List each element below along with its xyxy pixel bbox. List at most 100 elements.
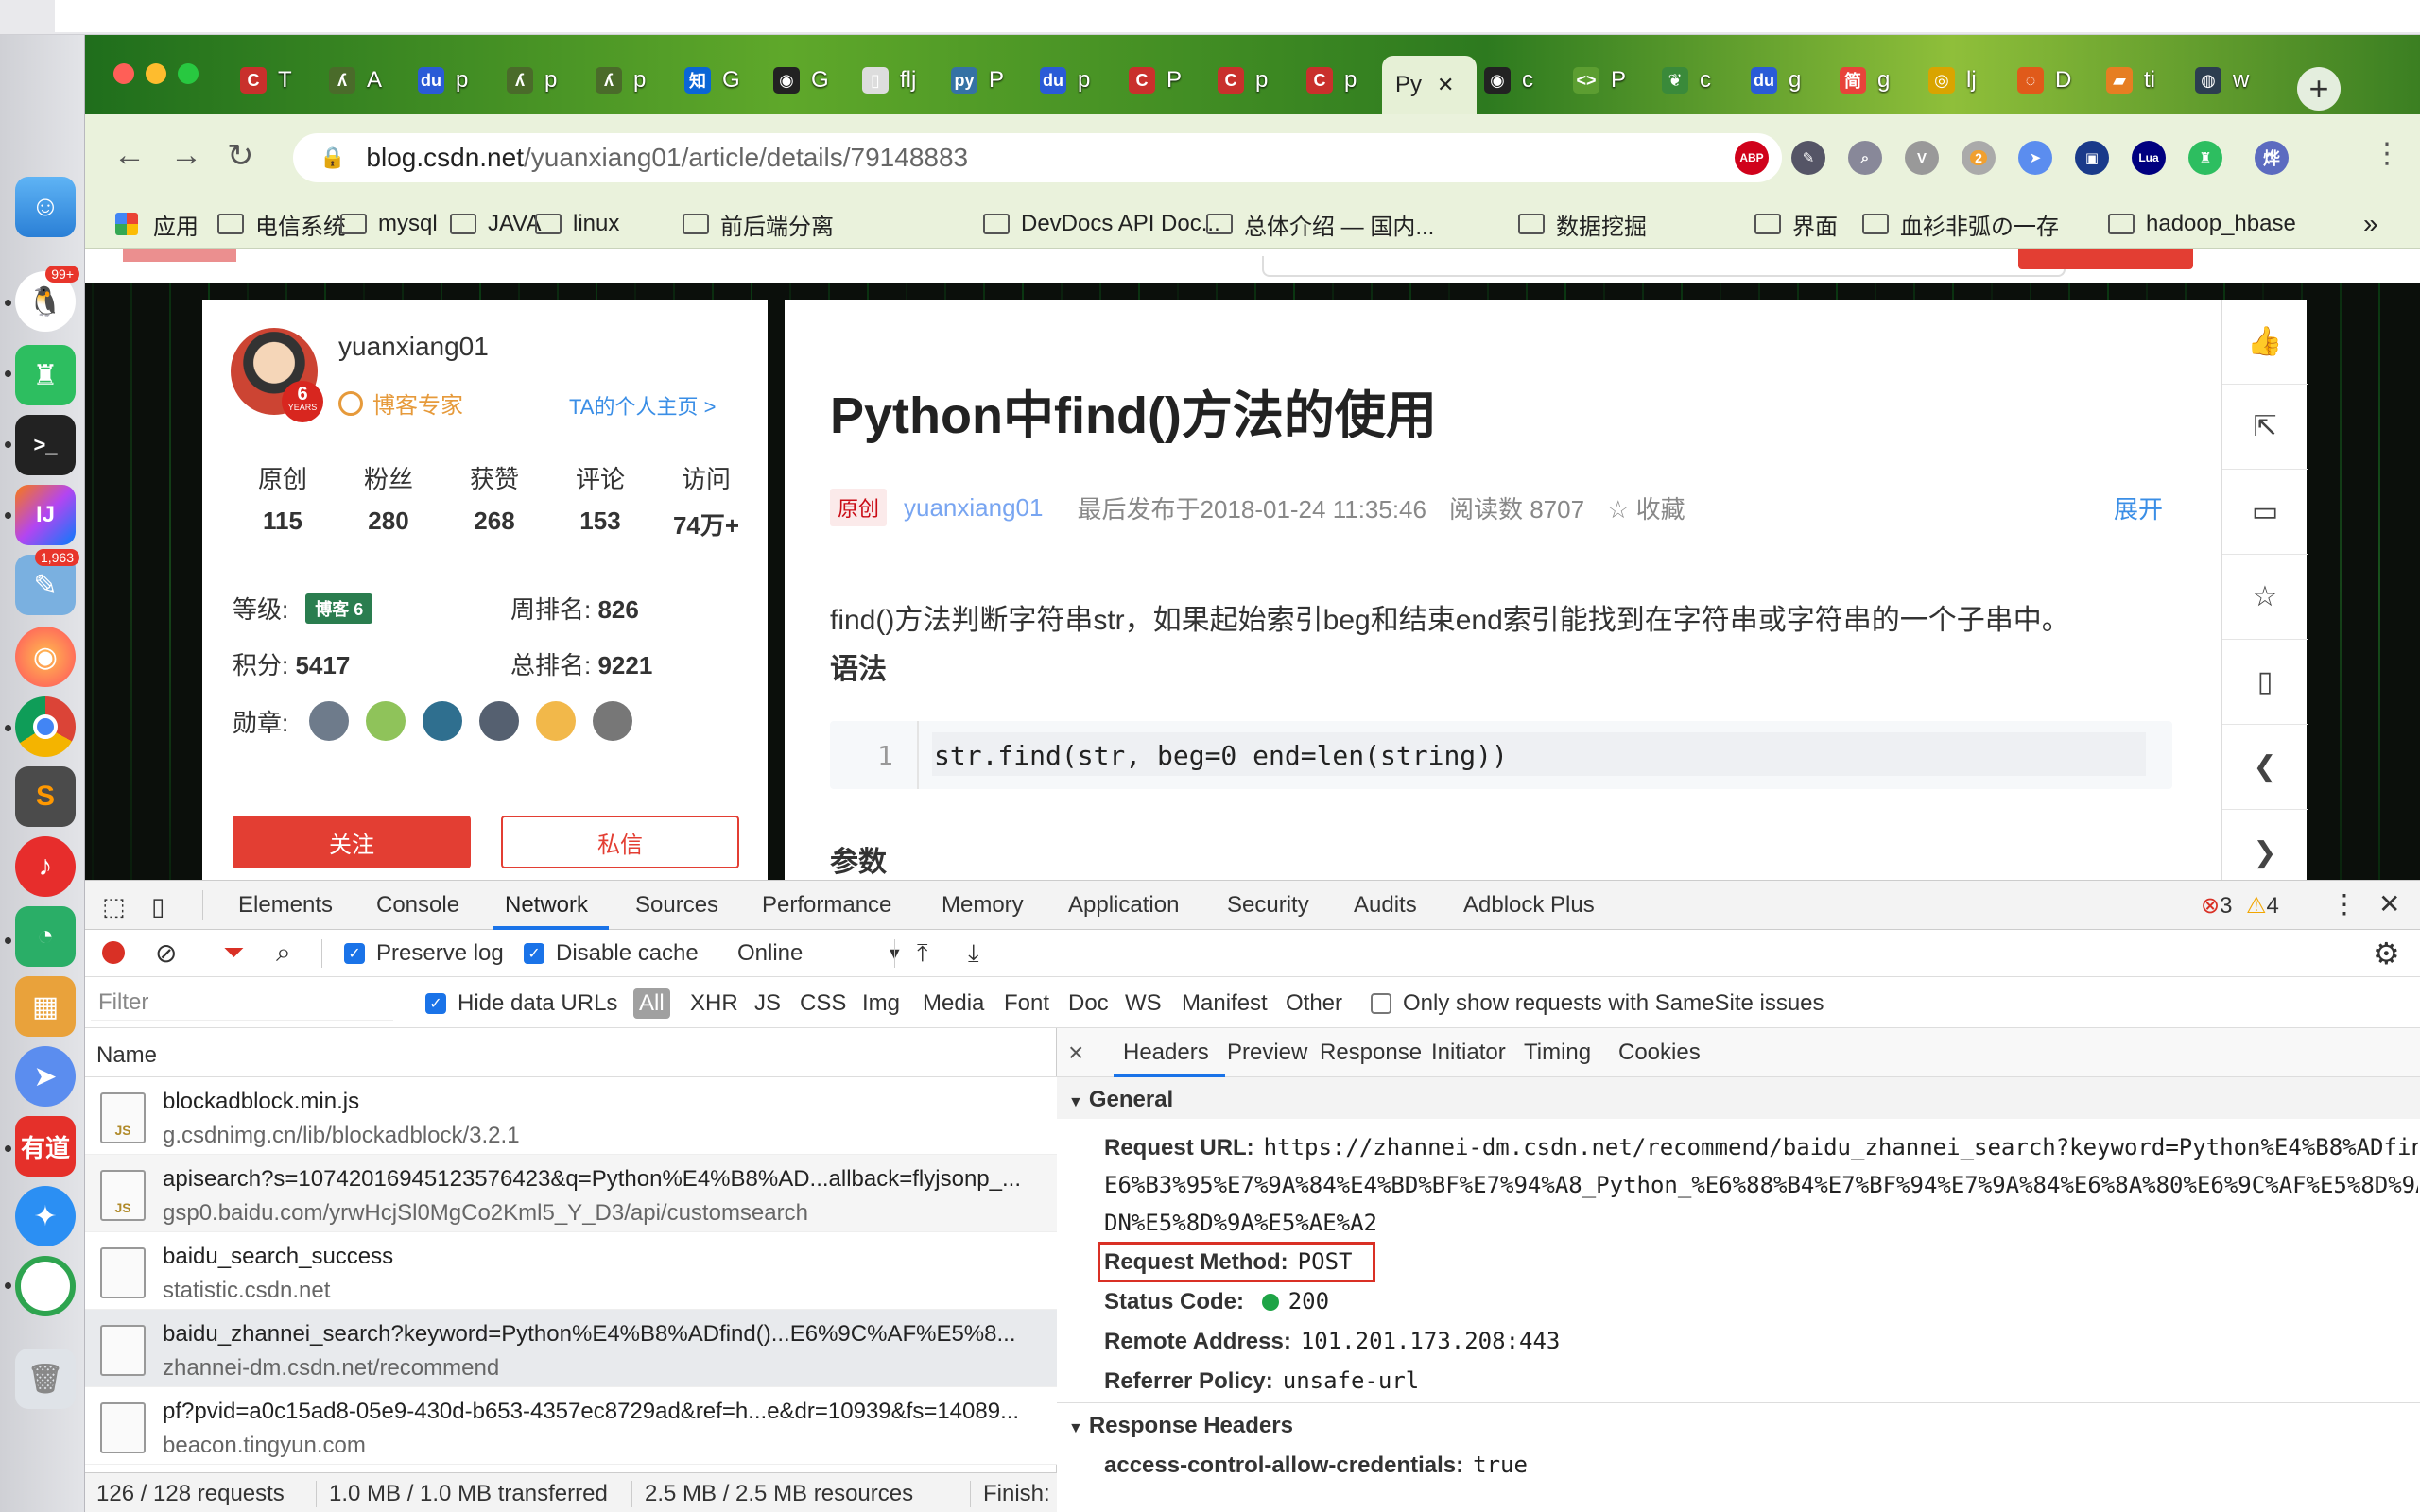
bookmark-item[interactable]: DevDocs API Doc...	[983, 207, 1220, 241]
address-bar[interactable]: 🔒 blog.csdn.net/yuanxiang01/article/deta…	[293, 133, 1782, 182]
devtools-tab[interactable]: Console	[376, 892, 459, 919]
type-filter-xhr[interactable]: XHR	[690, 990, 738, 1017]
export-har-icon[interactable]: ⤓	[968, 938, 979, 969]
extension-lua-icon[interactable]: Lua	[2132, 141, 2166, 175]
medal-list-icon[interactable]	[423, 701, 463, 741]
request-row[interactable]: pf?pvid=a0c15ad8-05e9-430d-b653-4357ec87…	[85, 1387, 1057, 1465]
stat-item[interactable]: 评论 153	[548, 460, 652, 536]
response-headers-section-header[interactable]: ▼ Response Headers	[1057, 1402, 2420, 1444]
back-button[interactable]: ←	[113, 137, 146, 174]
browser-tab[interactable]: <> P	[1560, 58, 1649, 103]
browser-tab[interactable]: ◉ G	[760, 58, 849, 103]
author-username[interactable]: yuanxiang01	[338, 332, 489, 362]
bookmark-item[interactable]: 前后端分离	[683, 207, 834, 241]
close-window-button[interactable]	[113, 63, 134, 84]
netease-music-icon[interactable]: ♪	[15, 836, 76, 897]
firefox-icon[interactable]: ◉	[15, 627, 76, 687]
browser-tab[interactable]: ▯ flj	[849, 58, 938, 103]
evernote-extension-icon[interactable]: ♜	[2188, 141, 2222, 175]
bookmark-item[interactable]: linux	[535, 207, 619, 241]
extension-tool-icon[interactable]: ✎	[1791, 141, 1825, 175]
import-har-icon[interactable]: ⤒	[917, 938, 928, 969]
expand-link[interactable]: 展开	[2114, 490, 2163, 525]
extension-search-icon[interactable]: ⌕	[1848, 141, 1882, 175]
sync-icon[interactable]	[15, 1256, 76, 1316]
browser-tab[interactable]: du p	[1027, 58, 1115, 103]
close-details-icon[interactable]: ×	[1068, 1038, 1083, 1068]
photo-app-icon[interactable]: ▦	[15, 976, 76, 1037]
tab-active[interactable]: Py ✕	[1382, 56, 1477, 114]
devtools-tab[interactable]: Network	[505, 892, 588, 919]
mail-bird-icon[interactable]: ➤	[15, 1046, 76, 1107]
bookmark-item[interactable]: 电信系统	[217, 207, 346, 241]
devtools-menu-icon[interactable]: ⋮	[2331, 888, 2358, 919]
stat-item[interactable]: 粉丝 280	[337, 460, 441, 536]
new-tab-button[interactable]: +	[2297, 67, 2341, 111]
browser-tab[interactable]: CP	[1115, 58, 1204, 103]
record-button[interactable]	[102, 941, 125, 964]
type-filter-img[interactable]: Img	[862, 990, 900, 1017]
trash-icon[interactable]: 🗑	[15, 1349, 76, 1409]
comment-icon[interactable]: ▭	[2222, 470, 2308, 555]
zoom-window-button[interactable]	[178, 63, 199, 84]
message-button[interactable]: 私信	[501, 816, 739, 868]
favorite-star-icon[interactable]: ☆	[2222, 555, 2308, 640]
devtools-tab[interactable]: Performance	[762, 892, 891, 919]
bookmark-item[interactable]: 总体介绍 — 国内...	[1206, 207, 1434, 241]
close-tab-icon[interactable]: ✕	[1437, 73, 1454, 97]
profile-avatar[interactable]: 烨	[2255, 141, 2289, 175]
evernote-icon[interactable]: ♜	[15, 345, 76, 405]
browser-tab[interactable]: ◌ D	[2004, 58, 2093, 103]
homepage-link[interactable]: TA的个人主页 >	[569, 390, 716, 421]
type-filter-css[interactable]: CSS	[800, 990, 846, 1017]
youdao-icon[interactable]: 有道	[15, 1116, 76, 1177]
type-filter-ws[interactable]: WS	[1125, 990, 1162, 1017]
devtools-tab[interactable]: Adblock Plus	[1463, 892, 1595, 919]
extension-bird-icon[interactable]: ➤	[2018, 141, 2052, 175]
browser-tab[interactable]: ❦ c	[1649, 58, 1737, 103]
reload-button[interactable]: ↻	[227, 137, 254, 175]
browser-tab[interactable]: ◉ c	[1471, 58, 1560, 103]
favorite-button[interactable]: ☆ 收藏	[1607, 490, 1685, 525]
bookmark-item[interactable]: JAVA	[450, 207, 541, 241]
stat-item[interactable]: 原创 115	[231, 460, 335, 536]
browser-tab[interactable]: 简g	[1826, 58, 1915, 103]
stat-item[interactable]: 获赞 268	[442, 460, 546, 536]
throttle-select[interactable]: Online▼	[737, 940, 903, 967]
detail-tab-cookies[interactable]: Cookies	[1618, 1040, 1701, 1066]
finder-icon[interactable]: ☺	[15, 177, 76, 237]
close-devtools-icon[interactable]: ✕	[2378, 888, 2400, 919]
preview-icon[interactable]: ✎ 1,963	[15, 549, 79, 615]
browser-tab[interactable]: ◍ w	[2182, 58, 2271, 103]
inspect-element-icon[interactable]: ⬚	[102, 892, 126, 921]
type-filter-font[interactable]: Font	[1004, 990, 1049, 1017]
detail-tab-timing[interactable]: Timing	[1524, 1040, 1591, 1066]
like-icon[interactable]: 👍	[2222, 300, 2308, 385]
disable-cache-checkbox[interactable]: ✓ Disable cache	[524, 940, 699, 967]
medal-hex-icon[interactable]	[479, 701, 520, 741]
request-row[interactable]: JS blockadblock.min.js g.csdnimg.cn/lib/bl…	[85, 1077, 1057, 1155]
devtools-tab[interactable]: Memory	[942, 892, 1024, 919]
detail-tab-response[interactable]: Response	[1320, 1040, 1422, 1066]
type-filter-manifest[interactable]: Manifest	[1182, 990, 1268, 1017]
bookmark-item[interactable]: 血衫非弧の一存	[1862, 207, 2059, 241]
devtools-tab[interactable]: Audits	[1354, 892, 1417, 919]
bookmarks-overflow-button[interactable]: »	[2363, 207, 2378, 241]
browser-tab[interactable]: du g	[1737, 58, 1826, 103]
error-count[interactable]: ⊗3	[2201, 892, 2232, 919]
warning-count[interactable]: ⚠4	[2246, 892, 2279, 919]
medal-github-icon[interactable]	[309, 701, 350, 741]
browser-tab[interactable]: ʎp	[493, 58, 582, 103]
browser-tab[interactable]: ◎ lj	[1915, 58, 2004, 103]
bookmark-item[interactable]: mysql	[340, 207, 438, 241]
browser-tab[interactable]: du p	[405, 58, 493, 103]
wechat-icon[interactable]: ◔	[15, 906, 76, 967]
browser-tab[interactable]: ʎA	[316, 58, 405, 103]
forward-button[interactable]: →	[170, 137, 202, 174]
detail-tab-headers[interactable]: Headers	[1123, 1040, 1209, 1066]
chrome-menu-icon[interactable]: ⋮	[2373, 137, 2401, 170]
browser-tab[interactable]: ▰ ti	[2093, 58, 2182, 103]
mobile-icon[interactable]: ▯	[2222, 640, 2308, 725]
samesite-checkbox[interactable]: Only show requests with SameSite issues	[1371, 990, 1824, 1017]
medal-crown-icon[interactable]	[593, 701, 633, 741]
